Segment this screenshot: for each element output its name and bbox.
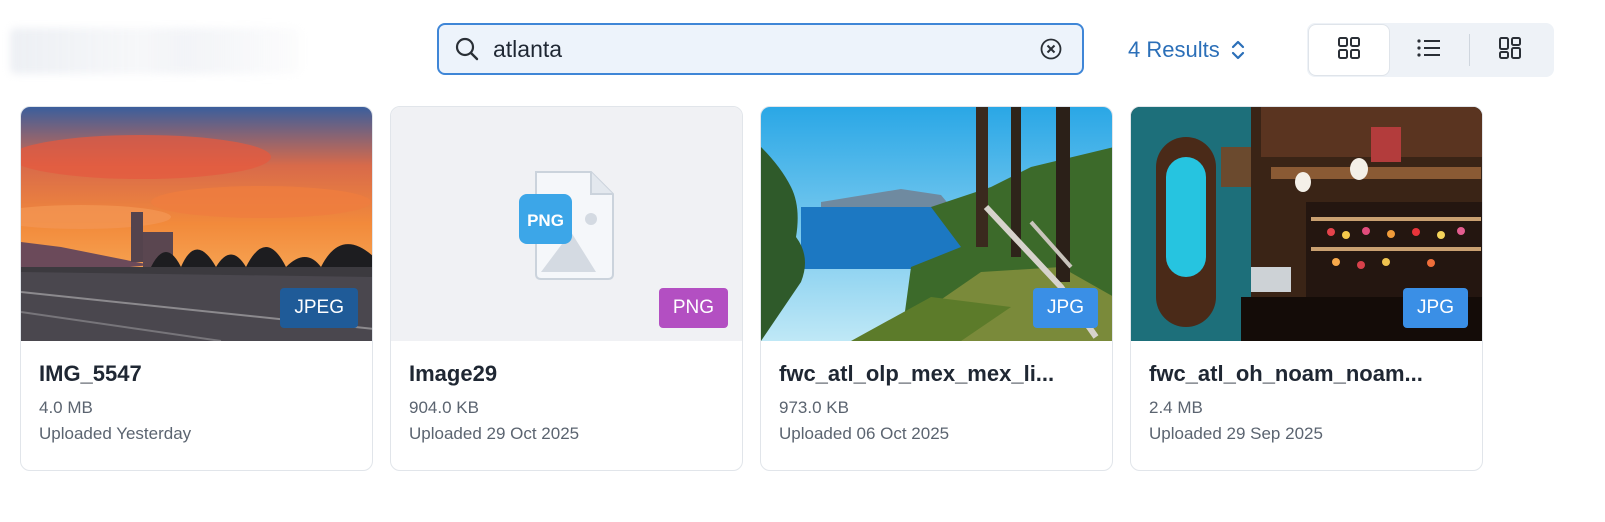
file-size: 973.0 KB	[779, 398, 849, 417]
file-grid: JPEG IMG_5547 4.0 MB Uploaded Yesterday …	[20, 106, 1483, 471]
file-type-badge: PNG	[658, 288, 728, 328]
file-name: Image29	[409, 361, 498, 386]
file-type-badge: JPG	[1033, 288, 1098, 328]
clear-search-icon[interactable]	[1038, 36, 1064, 62]
file-thumbnail: JPG	[1131, 107, 1482, 341]
upload-date: Uploaded 29 Sep 2025	[1149, 424, 1323, 443]
file-card[interactable]: PNG PNG Image29 904.0 KB Uploaded 29 Oct…	[390, 106, 743, 471]
file-size: 904.0 KB	[409, 398, 479, 417]
list-view-button[interactable]	[1389, 25, 1469, 75]
file-card[interactable]: JPEG IMG_5547 4.0 MB Uploaded Yesterday	[20, 106, 373, 471]
results-sort-button[interactable]: 4 Results	[1128, 31, 1246, 69]
png-icon-label: PNG	[527, 211, 564, 230]
blurred-brand-logo	[10, 28, 300, 74]
file-thumbnail: JPG	[761, 107, 1112, 341]
grid-view-button[interactable]	[1309, 25, 1389, 75]
file-size: 4.0 MB	[39, 398, 93, 417]
file-card[interactable]: JPG fwc_atl_oh_noam_noam... 2.4 MB Uploa…	[1130, 106, 1483, 471]
file-card[interactable]: JPG fwc_atl_olp_mex_mex_li... 973.0 KB U…	[760, 106, 1113, 471]
masonry-view-button[interactable]	[1470, 25, 1550, 75]
file-thumbnail: PNG PNG	[391, 107, 742, 341]
view-mode-toggle	[1307, 23, 1554, 77]
upload-date: Uploaded Yesterday	[39, 424, 192, 443]
list-icon	[1415, 35, 1443, 66]
results-count: 4 Results	[1128, 37, 1220, 62]
file-name: fwc_atl_olp_mex_mex_li...	[779, 361, 1055, 386]
file-thumbnail: JPEG	[21, 107, 372, 341]
search-input[interactable]	[493, 35, 1038, 63]
file-type-badge: JPG	[1403, 288, 1468, 328]
masonry-grid-icon	[1497, 35, 1523, 66]
file-name: IMG_5547	[39, 361, 142, 386]
file-size: 2.4 MB	[1149, 398, 1203, 417]
upload-date: Uploaded 29 Oct 2025	[409, 424, 580, 443]
upload-date: Uploaded 06 Oct 2025	[779, 424, 950, 443]
search-box[interactable]	[437, 23, 1084, 75]
file-type-badge: JPEG	[280, 288, 358, 328]
chevron-up-down-icon	[1230, 38, 1246, 62]
search-icon	[453, 35, 481, 63]
file-name: fwc_atl_oh_noam_noam...	[1149, 361, 1423, 386]
grid-icon	[1336, 35, 1362, 66]
